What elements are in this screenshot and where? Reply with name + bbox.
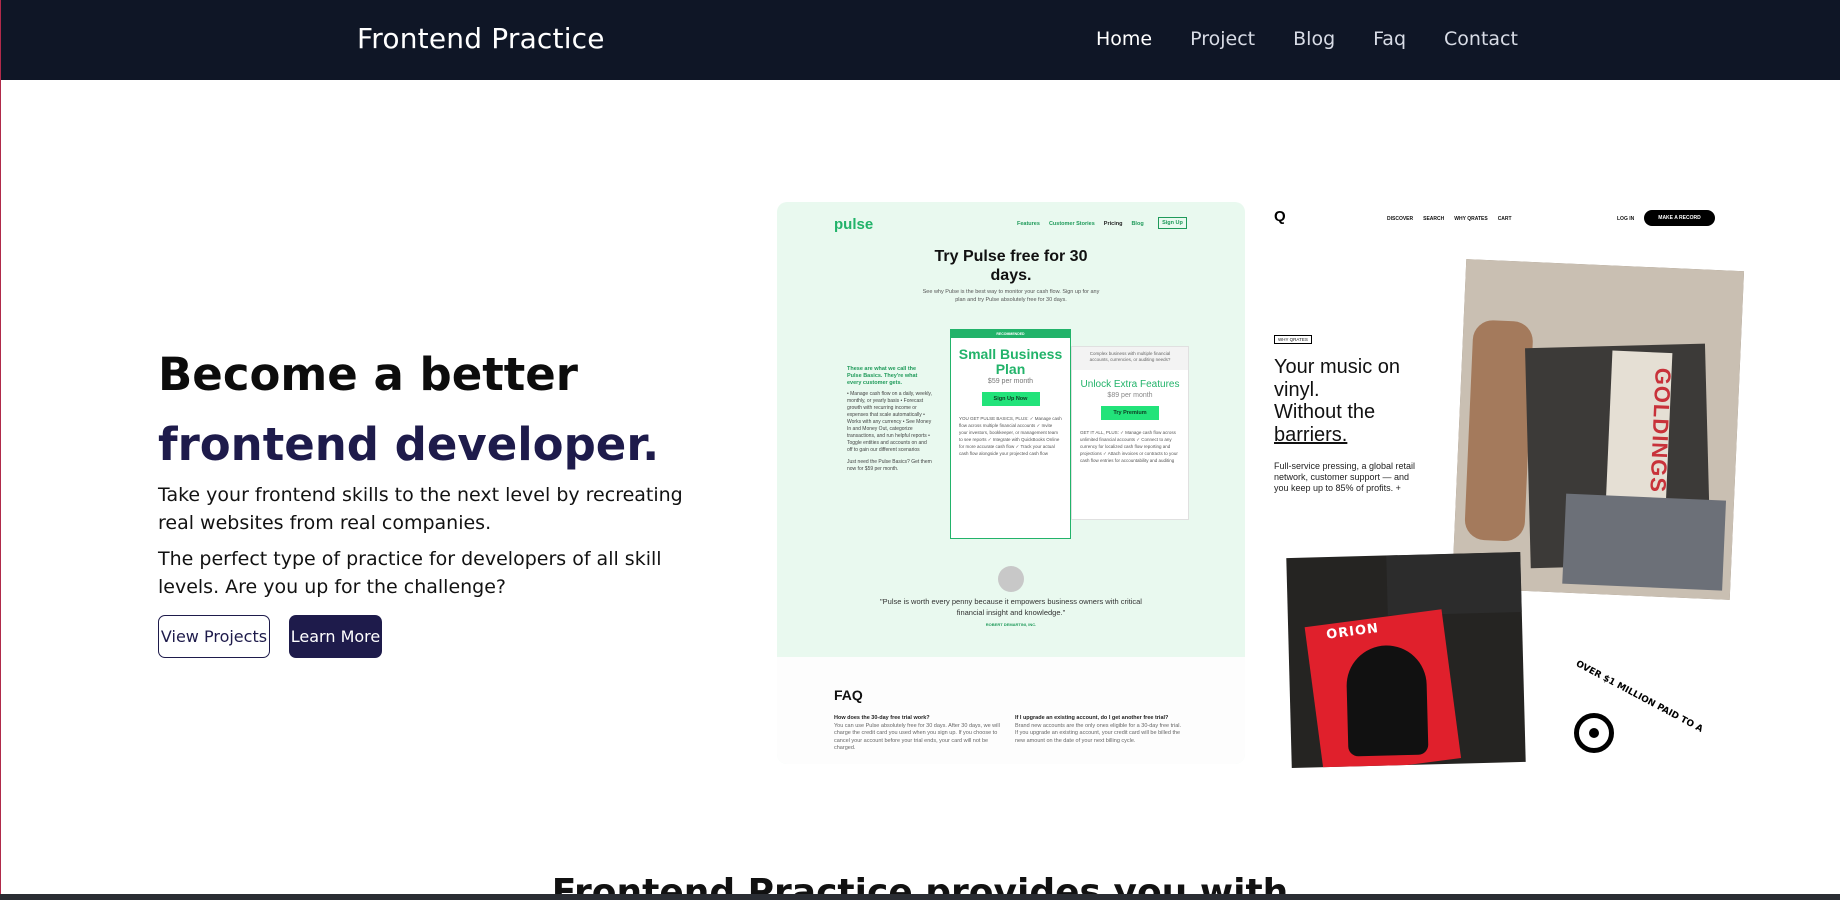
brand-logo[interactable]: Frontend Practice [357,22,605,55]
qrates-nav-item: WHY QRATES [1454,216,1488,222]
record-photo: GOLDINGS [1451,259,1745,600]
qrates-heading-line: barriers. [1274,423,1348,446]
vinyl-icon [1574,713,1614,753]
pulse-subtext: See why Pulse is the best way to monitor… [922,289,1100,303]
qrates-nav-item: SEARCH [1423,216,1445,222]
pulse-nav-item: Features [1017,221,1040,227]
orion-record-photo: ORION [1286,551,1526,769]
avatar [998,566,1024,592]
qrates-tag: WHY QRATES [1274,335,1312,344]
pulse-faq-answer: You can use Pulse absolutely free for 30… [834,722,1000,752]
nav-links: Home Project Blog Faq Contact [1096,28,1518,50]
qrates-cta: MAKE A RECORD [1644,210,1715,226]
pulse-faq-answer: Brand new accounts are the only ones eli… [1015,722,1182,744]
nav-home-link[interactable]: Home [1096,28,1152,50]
pulse-faq-question: How does the 30-day free trial work? [834,715,930,721]
pulse-faq-item: If I upgrade an existing account, do I g… [1015,715,1185,745]
hero-title-line2: frontend developer. [158,418,660,471]
learn-more-button[interactable]: Learn More [289,615,382,658]
pulse-preview-image: pulse Features Customer Stories Pricing … [777,202,1245,764]
qrates-description: Full-service pressing, a global retail n… [1274,461,1416,493]
qrates-nav: DISCOVER SEARCH WHY QRATES CART [1387,216,1512,222]
pulse-premium-price: $89 per month [1107,392,1153,399]
hero-title: Become a better frontend developer. [158,340,659,480]
pulse-basics: These are what we call the Pulse Basics.… [847,366,932,473]
hero-title-line1: Become a better [158,348,578,401]
pulse-recommended-badge: RECOMMENDED [951,330,1070,338]
pulse-premium-card: Complex business with multiple financial… [1071,346,1189,520]
pulse-basics-title: These are what we call the Pulse Basics.… [847,366,918,386]
qrates-heading-line: Without the [1274,401,1376,423]
hero-description: Take your frontend skills to the next le… [158,484,683,534]
nav-blog-link[interactable]: Blog [1293,28,1335,50]
pulse-premium-top: Complex business with multiple financial… [1072,347,1188,370]
pulse-plan-title: Small Business Plan [958,346,1063,377]
qrates-heading: Your music on vinyl. Without the barrier… [1274,356,1454,446]
view-projects-button[interactable]: View Projects [158,615,270,658]
pulse-faq-question: If I upgrade an existing account, do I g… [1015,715,1169,721]
horizontal-scrollbar[interactable] [0,894,1840,900]
pulse-nav: Features Customer Stories Pricing Blog [1017,221,1144,227]
nav-project-link[interactable]: Project [1190,28,1255,50]
qrates-login: LOG IN [1617,216,1635,222]
pulse-basics-foot: Just need the Pulse Basics? Get them now… [847,459,932,472]
pulse-quote-author: ROBERT DEMARTINI, INC. [985,622,1037,627]
pulse-premium-button: Try Premium [1101,406,1159,420]
pulse-plan-card: RECOMMENDED Small Business Plan $59 per … [950,329,1071,539]
pulse-faq-title: FAQ [834,687,863,703]
pulse-plan-price: $59 per month [987,378,1034,385]
pulse-heading: Try Pulse free for 30 days. [934,248,1088,284]
qrates-nav-item: CART [1497,216,1512,222]
nav-contact-link[interactable]: Contact [1444,28,1518,50]
navbar: Frontend Practice Home Project Blog Faq … [1,0,1840,80]
pulse-logo: pulse [834,216,874,233]
pulse-premium-list: GET IT ALL, PLUS: ✓ Manage cash flow acr… [1080,430,1178,463]
pulse-nav-item: Blog [1131,221,1144,227]
pulse-nav-item: Customer Stories [1048,221,1095,227]
pulse-nav-item: Pricing [1103,221,1123,227]
hero-challenge-text: The perfect type of practice for develop… [158,548,662,598]
qrates-logo: Q [1274,208,1286,225]
qrates-nav-item: DISCOVER [1387,216,1414,222]
pulse-faq-item: How does the 30-day free trial work? You… [834,715,1004,753]
qrates-heading-line: Your music on vinyl. [1274,356,1400,401]
record-title: GOLDINGS [1645,367,1676,494]
pulse-plan-list: YOU GET PULSE BASICS, PLUS: ✓ Manage cas… [959,416,1062,456]
pulse-faq-section: FAQ How does the 30-day free trial work?… [777,657,1245,764]
vinyl-badge: OVER $1 MILLION PAID TO A [1562,659,1704,778]
pulse-plan-button: Sign Up Now [981,392,1040,406]
pulse-quote: "Pulse is worth every penny because it e… [880,597,1142,617]
pulse-basics-list: • Manage cash flow on a daily, weekly, m… [847,391,932,453]
pulse-premium-title: Unlock Extra Features [1080,379,1180,390]
nav-faq-link[interactable]: Faq [1373,28,1406,50]
page-edge [0,0,1,900]
pulse-signup: Sign Up [1158,217,1187,229]
